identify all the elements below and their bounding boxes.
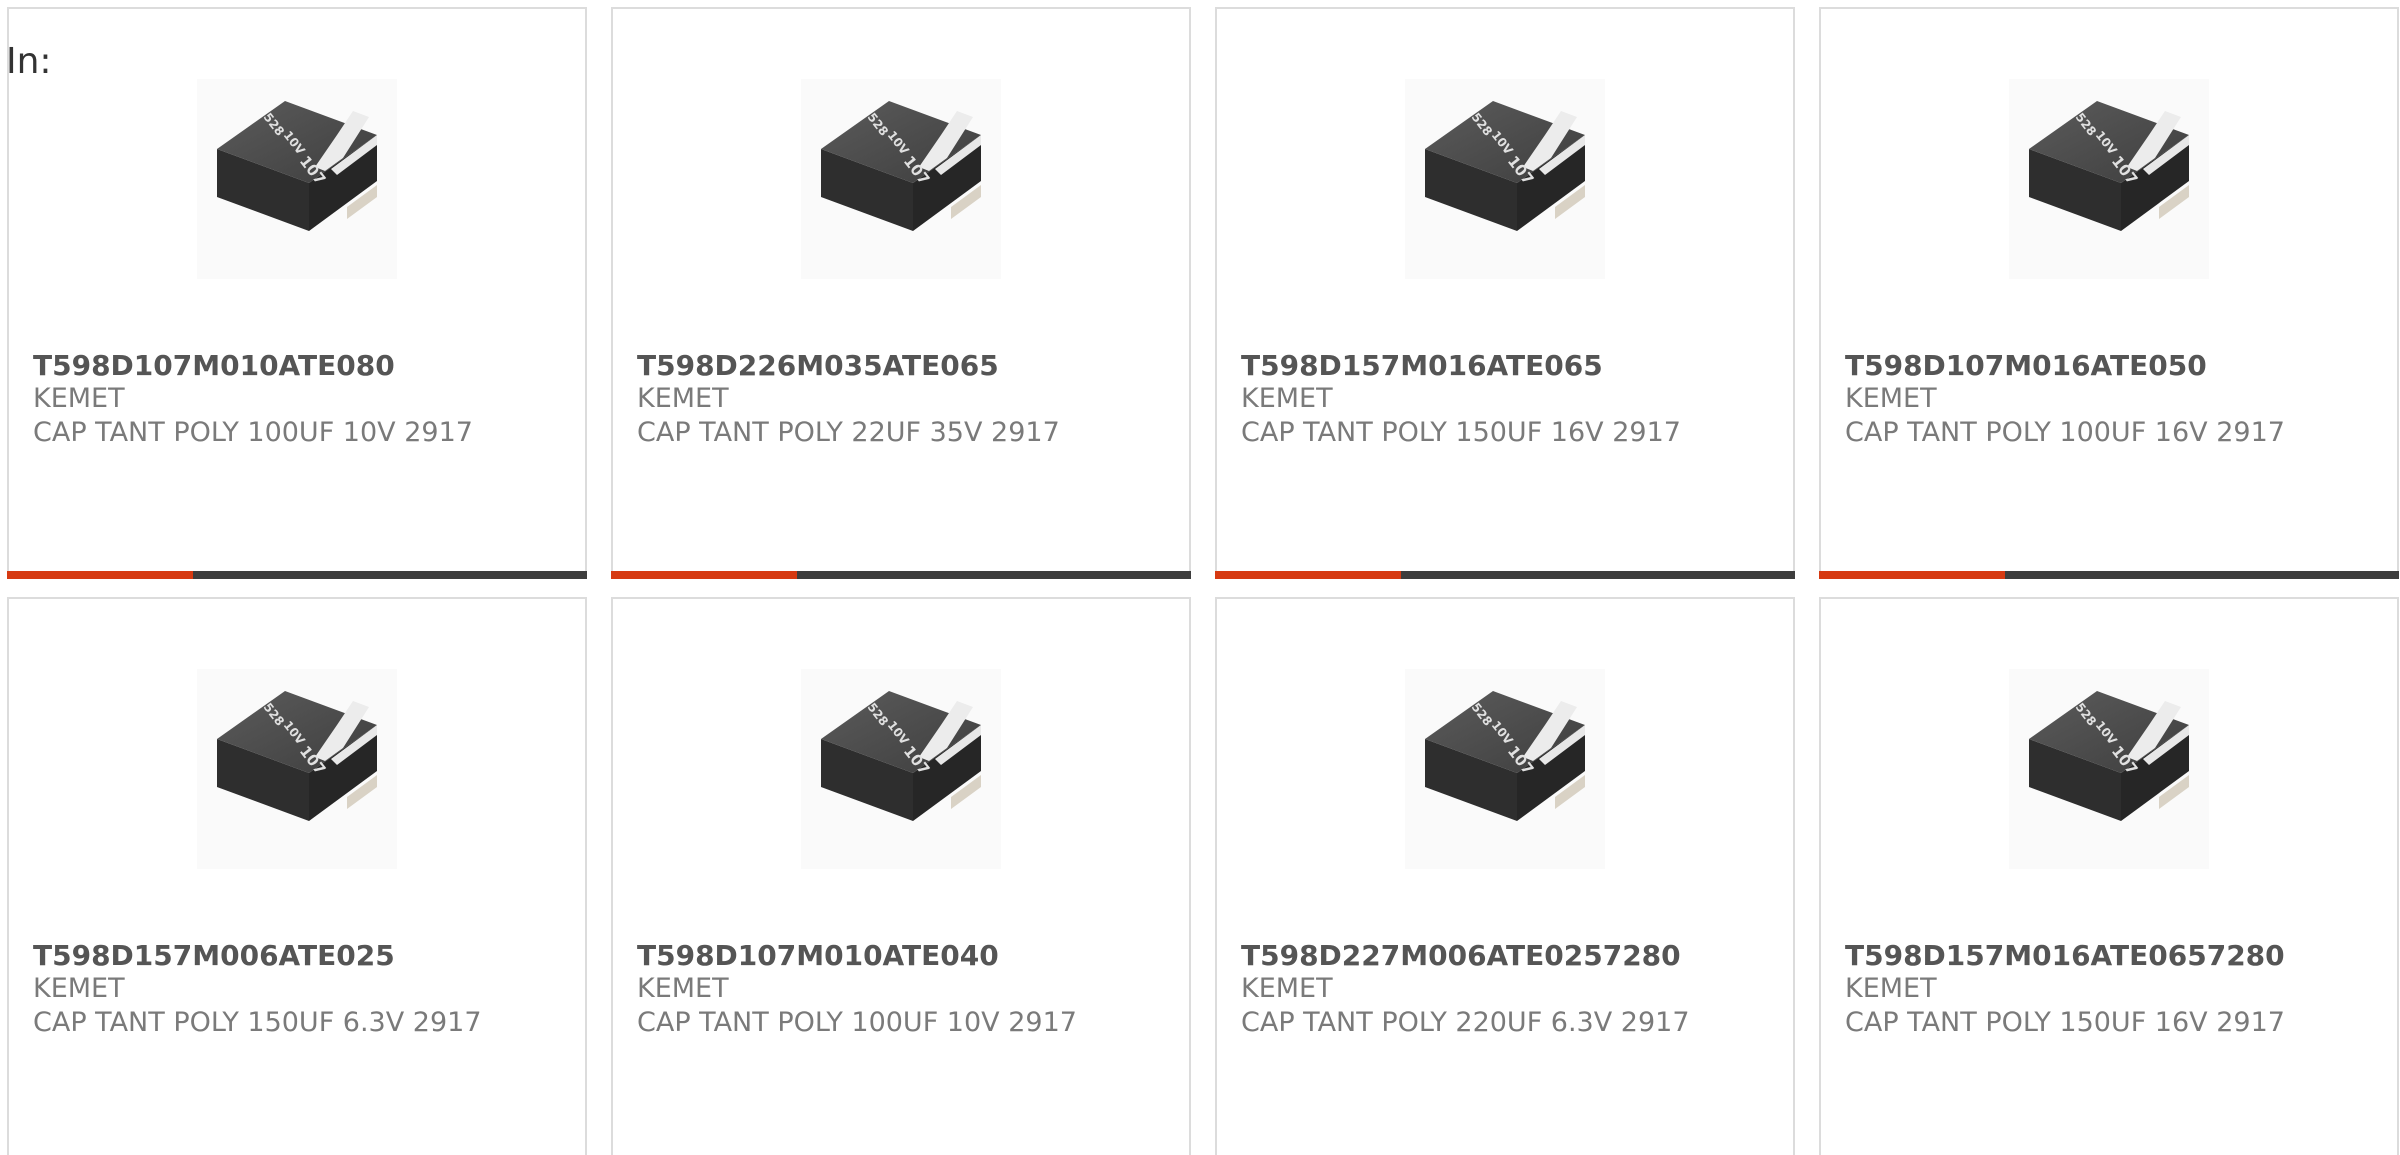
tantalum-capacitor-image[interactable]: 107 10V 528 — [801, 669, 1001, 869]
part-number[interactable]: T598D107M016ATE050 — [1845, 349, 2207, 382]
tantalum-capacitor-image[interactable]: 107 10V 528 — [197, 79, 397, 279]
manufacturer: KEMET — [637, 383, 729, 414]
manufacturer: KEMET — [1845, 973, 1937, 1004]
progress-bar-fill — [7, 571, 193, 579]
progress-bar-fill — [611, 571, 797, 579]
product-card[interactable]: 107 10V 528 T598D107M010ATE040 KEMET CAP T… — [611, 597, 1191, 1155]
description: CAP TANT POLY 150UF 16V 2917 — [1845, 1007, 2285, 1038]
manufacturer: KEMET — [33, 383, 125, 414]
product-card[interactable]: 107 10V 528 T598D227M006ATE0257280 KEMET C… — [1215, 597, 1795, 1155]
progress-bar — [7, 571, 587, 579]
manufacturer: KEMET — [1241, 383, 1333, 414]
manufacturer: KEMET — [1241, 973, 1333, 1004]
product-card[interactable]: 107 10V 528 T598D107M010ATE080 KEMET CAP T… — [7, 7, 587, 579]
manufacturer: KEMET — [1845, 383, 1937, 414]
manufacturer: KEMET — [637, 973, 729, 1004]
product-card[interactable]: 107 10V 528 T598D107M016ATE050 KEMET CAP T… — [1819, 7, 2399, 579]
product-card[interactable]: 107 10V 528 T598D226M035ATE065 KEMET CAP T… — [611, 7, 1191, 579]
manufacturer: KEMET — [33, 973, 125, 1004]
progress-bar — [1819, 571, 2399, 579]
progress-bar-fill — [1819, 571, 2005, 579]
product-grid-page: In: 107 10V 528 T598D107M010ATE080 KEMET C… — [0, 0, 2400, 1155]
part-number[interactable]: T598D107M010ATE080 — [33, 349, 395, 382]
part-number[interactable]: T598D107M010ATE040 — [637, 939, 999, 972]
tantalum-capacitor-image[interactable]: 107 10V 528 — [2009, 79, 2209, 279]
tantalum-capacitor-image[interactable]: 107 10V 528 — [801, 79, 1001, 279]
in-label: In: — [6, 41, 52, 82]
tantalum-capacitor-image[interactable]: 107 10V 528 — [2009, 669, 2209, 869]
tantalum-capacitor-image[interactable]: 107 10V 528 — [197, 669, 397, 869]
tantalum-capacitor-image[interactable]: 107 10V 528 — [1405, 79, 1605, 279]
description: CAP TANT POLY 150UF 16V 2917 — [1241, 417, 1681, 448]
description: CAP TANT POLY 100UF 10V 2917 — [637, 1007, 1077, 1038]
progress-bar — [611, 571, 1191, 579]
description: CAP TANT POLY 22UF 35V 2917 — [637, 417, 1060, 448]
description: CAP TANT POLY 100UF 16V 2917 — [1845, 417, 2285, 448]
product-card[interactable]: 107 10V 528 T598D157M016ATE0657280 KEMET C… — [1819, 597, 2399, 1155]
part-number[interactable]: T598D227M006ATE0257280 — [1241, 939, 1681, 972]
tantalum-capacitor-image[interactable]: 107 10V 528 — [1405, 669, 1605, 869]
progress-bar-fill — [1215, 571, 1401, 579]
description: CAP TANT POLY 150UF 6.3V 2917 — [33, 1007, 482, 1038]
description: CAP TANT POLY 100UF 10V 2917 — [33, 417, 473, 448]
product-card[interactable]: 107 10V 528 T598D157M006ATE025 KEMET CAP T… — [7, 597, 587, 1155]
description: CAP TANT POLY 220UF 6.3V 2917 — [1241, 1007, 1690, 1038]
part-number[interactable]: T598D157M016ATE0657280 — [1845, 939, 2285, 972]
product-card[interactable]: 107 10V 528 T598D157M016ATE065 KEMET CAP T… — [1215, 7, 1795, 579]
part-number[interactable]: T598D157M006ATE025 — [33, 939, 395, 972]
progress-bar — [1215, 571, 1795, 579]
part-number[interactable]: T598D226M035ATE065 — [637, 349, 999, 382]
part-number[interactable]: T598D157M016ATE065 — [1241, 349, 1603, 382]
